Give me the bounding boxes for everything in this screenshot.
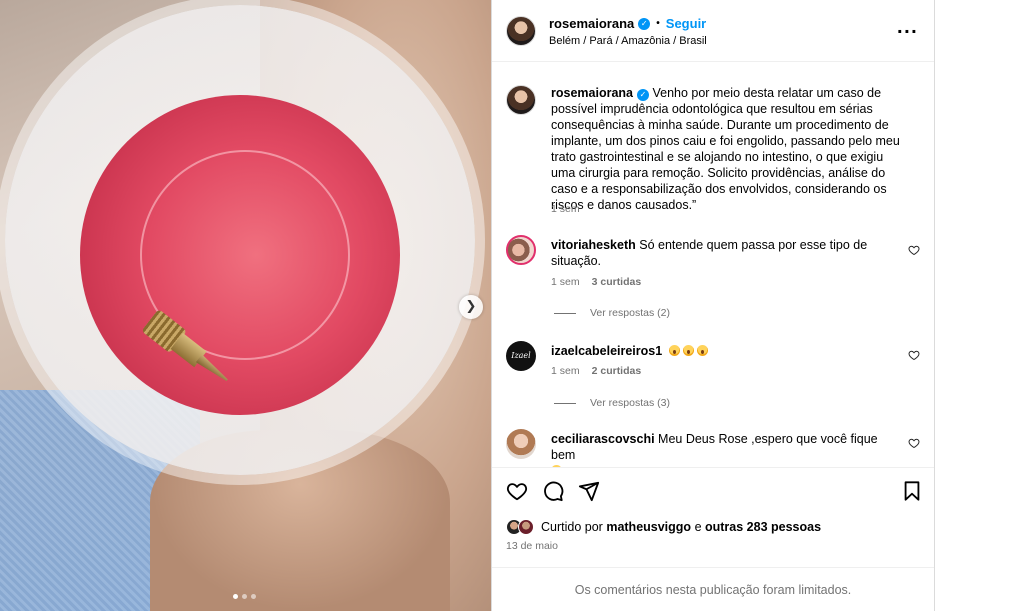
carousel-next-button[interactable]: ❯: [459, 295, 483, 319]
divider: [554, 402, 576, 404]
comment-meta: 1 sem 2 curtidas: [551, 365, 641, 377]
avatar[interactable]: [506, 429, 536, 459]
liked-by-summary: Curtido por matheusviggo e outras 283 pe…: [506, 519, 821, 535]
comments-limited-notice: Os comentários nesta publicação foram li…: [492, 567, 934, 611]
post-side-panel: rosemaiorana ✓ • Seguir Belém / Pará / A…: [491, 0, 935, 611]
post-header: rosemaiorana ✓ • Seguir Belém / Pará / A…: [492, 0, 934, 62]
location-link[interactable]: Belém / Pará / Amazônia / Brasil: [549, 35, 707, 47]
carousel-dot: [251, 594, 256, 599]
bookmark-icon[interactable]: [901, 480, 923, 502]
view-replies-label: Ver respostas (2): [590, 307, 670, 319]
likes-count[interactable]: 3 curtidas: [592, 276, 642, 288]
timestamp[interactable]: 1 sem: [551, 276, 580, 288]
liked-by-user-link[interactable]: matheusviggo: [606, 520, 691, 534]
comment-text: ceciliarascovschi Meu Deus Rose ,espero …: [551, 431, 901, 467]
follow-button[interactable]: Seguir: [666, 16, 706, 31]
timestamp[interactable]: 1 sem: [551, 203, 580, 215]
like-comment-heart-icon[interactable]: [908, 244, 920, 256]
comment-text: vitoriahesketh Só entende quem passa por…: [551, 237, 901, 269]
separator: •: [656, 18, 660, 29]
liked-by-joiner: e: [694, 520, 702, 534]
caption-body: Venho por meio desta relatar um caso de …: [551, 86, 900, 212]
avatar-logo-text: Izael: [511, 351, 531, 360]
likes-count[interactable]: 2 curtidas: [592, 365, 642, 377]
caption-meta: 1 sem: [551, 203, 580, 215]
post-media[interactable]: ❯: [0, 0, 491, 611]
astonished-face-icon: [696, 345, 708, 356]
caption-text: rosemaiorana ✓ Venho por meio desta relat…: [551, 85, 901, 213]
comment-icon[interactable]: [542, 480, 564, 502]
post-actions: Curtido por matheusviggo e outras 283 pe…: [492, 467, 934, 567]
astonished-face-icon: [668, 345, 680, 356]
caption-username[interactable]: rosemaiorana: [551, 86, 633, 100]
astonished-face-icon: [682, 345, 694, 356]
view-replies-button[interactable]: Ver respostas (2): [554, 307, 670, 319]
avatar: [518, 519, 534, 535]
timestamp[interactable]: 1 sem: [551, 365, 580, 377]
verified-badge-icon: ✓: [636, 89, 649, 101]
view-replies-label: Ver respostas (3): [590, 397, 670, 409]
carousel-indicator: [233, 594, 256, 599]
comments-list[interactable]: rosemaiorana ✓ Venho por meio desta relat…: [492, 63, 934, 467]
post-date[interactable]: 13 de maio: [506, 540, 558, 552]
view-replies-button[interactable]: Ver respostas (3): [554, 397, 670, 409]
verified-badge-icon: ✓: [638, 17, 651, 30]
liked-by-others-link[interactable]: outras 283 pessoas: [705, 520, 821, 534]
carousel-dot: [242, 594, 247, 599]
comment-username[interactable]: ceciliarascovschi: [551, 432, 655, 446]
carousel-dot: [233, 594, 238, 599]
liked-by-avatars[interactable]: [506, 519, 538, 535]
header-user-row: rosemaiorana ✓ • Seguir: [549, 16, 706, 31]
comment-text: izaelcabeleireiros1: [551, 343, 901, 359]
avatar[interactable]: [506, 235, 536, 265]
heart-icon[interactable]: [506, 480, 528, 502]
like-comment-heart-icon[interactable]: [908, 349, 920, 361]
share-icon[interactable]: [578, 480, 600, 502]
comment-username[interactable]: vitoriahesketh: [551, 238, 636, 252]
username-link[interactable]: rosemaiorana: [549, 16, 634, 31]
like-comment-heart-icon[interactable]: [908, 437, 920, 449]
comment-username[interactable]: izaelcabeleireiros1: [551, 344, 662, 358]
divider: [554, 312, 576, 314]
avatar[interactable]: [506, 85, 536, 115]
more-horizontal-icon[interactable]: ···: [897, 22, 918, 41]
avatar[interactable]: [506, 16, 536, 46]
comment-meta: 1 sem 3 curtidas: [551, 276, 641, 288]
liked-by-prefix: Curtido por: [541, 520, 603, 534]
avatar[interactable]: Izael: [506, 341, 536, 371]
